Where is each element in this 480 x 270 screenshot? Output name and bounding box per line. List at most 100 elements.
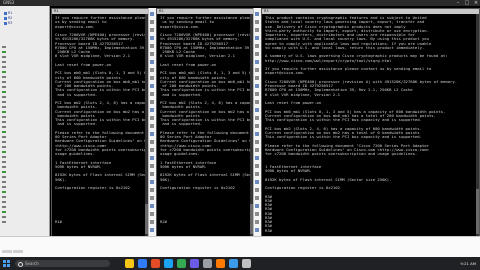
clock[interactable]: 9:21 AM xyxy=(460,261,476,266)
tool-icon[interactable] xyxy=(150,84,154,88)
panel-tab[interactable] xyxy=(2,250,12,253)
taskbar-app-icon[interactable] xyxy=(216,259,225,268)
device-list-item[interactable] xyxy=(2,126,6,128)
sidebar-node-r2[interactable]: R2 xyxy=(4,16,12,20)
device-list-item[interactable] xyxy=(2,186,6,188)
device-list-item[interactable] xyxy=(2,46,6,48)
device-list-item[interactable] xyxy=(2,51,6,53)
device-list-item[interactable] xyxy=(2,176,6,178)
device-list-item[interactable] xyxy=(2,136,6,138)
tool-icon[interactable] xyxy=(150,228,154,232)
device-list-item[interactable] xyxy=(2,81,6,83)
device-list-item[interactable] xyxy=(2,56,6,58)
tool-icon[interactable] xyxy=(255,52,259,56)
tool-icon[interactable] xyxy=(255,156,259,160)
taskbar-app-icon[interactable] xyxy=(190,259,199,268)
device-list-item[interactable] xyxy=(2,216,6,218)
tool-icon[interactable] xyxy=(150,60,154,64)
console-pane-r3[interactable]: R3 This product contains cryptographic f… xyxy=(261,8,480,238)
tool-icon[interactable] xyxy=(150,212,154,216)
tool-icon[interactable] xyxy=(150,36,154,40)
panel-tab[interactable] xyxy=(13,250,23,253)
device-list-item[interactable] xyxy=(2,221,6,223)
minimize-button[interactable]: – xyxy=(454,0,462,6)
maximize-button[interactable]: □ xyxy=(463,0,471,6)
tool-icon[interactable] xyxy=(255,164,259,168)
device-list-item[interactable] xyxy=(2,111,6,113)
device-list-item[interactable] xyxy=(2,151,6,153)
taskbar-app-icon[interactable] xyxy=(177,259,186,268)
tool-icon[interactable] xyxy=(150,100,154,104)
device-list-item[interactable] xyxy=(2,156,6,158)
device-list-item[interactable] xyxy=(2,171,6,173)
device-list-item[interactable] xyxy=(2,61,6,63)
tool-icon[interactable] xyxy=(150,140,154,144)
device-list-item[interactable] xyxy=(2,106,6,108)
tool-icon[interactable] xyxy=(255,108,259,112)
taskbar-app-icon[interactable] xyxy=(164,259,173,268)
tool-icon[interactable] xyxy=(255,172,259,176)
taskbar-app-icon[interactable] xyxy=(125,259,134,268)
tool-icon[interactable] xyxy=(255,204,259,208)
device-list-item[interactable] xyxy=(2,121,6,123)
device-list-item[interactable] xyxy=(2,101,6,103)
tool-icon[interactable] xyxy=(150,180,154,184)
tool-icon[interactable] xyxy=(150,52,154,56)
tool-icon[interactable] xyxy=(255,228,259,232)
device-list-item[interactable] xyxy=(2,191,6,193)
tool-icon[interactable] xyxy=(255,116,259,120)
device-list-item[interactable] xyxy=(2,146,6,148)
device-list-item[interactable] xyxy=(2,116,6,118)
device-list-item[interactable] xyxy=(2,211,6,213)
tool-icon[interactable] xyxy=(150,68,154,72)
device-list-item[interactable] xyxy=(2,201,6,203)
tool-icon[interactable] xyxy=(255,140,259,144)
sidebar-node-r3[interactable]: R3 xyxy=(4,21,12,25)
tool-icon[interactable] xyxy=(150,124,154,128)
tool-icon[interactable] xyxy=(150,172,154,176)
tool-icon[interactable] xyxy=(255,68,259,72)
tool-icon[interactable] xyxy=(255,180,259,184)
device-list-item[interactable] xyxy=(2,166,6,168)
tool-icon[interactable] xyxy=(150,108,154,112)
taskbar-search[interactable]: Search xyxy=(15,260,110,267)
tool-icon[interactable] xyxy=(150,148,154,152)
device-list-item[interactable] xyxy=(2,91,6,93)
tool-icon[interactable] xyxy=(255,196,259,200)
tool-icon[interactable] xyxy=(255,36,259,40)
tool-icon[interactable] xyxy=(150,28,154,32)
tool-icon[interactable] xyxy=(255,44,259,48)
taskbar-app-icon[interactable] xyxy=(242,259,251,268)
tool-icon[interactable] xyxy=(150,204,154,208)
tool-icon[interactable] xyxy=(255,28,259,32)
tool-icon[interactable] xyxy=(255,92,259,96)
tool-icon[interactable] xyxy=(150,76,154,80)
tool-icon[interactable] xyxy=(150,92,154,96)
tool-icon[interactable] xyxy=(255,124,259,128)
tool-icon[interactable] xyxy=(150,116,154,120)
tool-icon[interactable] xyxy=(150,20,154,24)
tool-icon[interactable] xyxy=(150,132,154,136)
taskbar-app-icon[interactable] xyxy=(229,259,238,268)
console-output[interactable]: If you require further assistance please… xyxy=(160,16,250,234)
tool-icon[interactable] xyxy=(255,220,259,224)
scrollbar[interactable] xyxy=(476,14,479,237)
console-pane-r1[interactable]: R1 If you require further assistance ple… xyxy=(51,8,149,238)
tool-icon[interactable] xyxy=(255,76,259,80)
tool-icon[interactable] xyxy=(255,148,259,152)
start-button[interactable] xyxy=(3,260,10,267)
taskbar-app-icon[interactable] xyxy=(151,259,160,268)
tool-icon[interactable] xyxy=(150,196,154,200)
tool-icon[interactable] xyxy=(255,188,259,192)
console-pane-r2[interactable]: R2 If you require further assistance ple… xyxy=(156,8,254,238)
device-list-item[interactable] xyxy=(2,96,6,98)
close-button[interactable]: × xyxy=(472,0,480,6)
device-list-item[interactable] xyxy=(2,141,6,143)
device-list-item[interactable] xyxy=(2,161,6,163)
device-list-item[interactable] xyxy=(2,86,6,88)
tool-icon[interactable] xyxy=(150,44,154,48)
sidebar-node-r1[interactable]: R1 xyxy=(4,11,12,15)
tool-icon[interactable] xyxy=(255,84,259,88)
device-list-item[interactable] xyxy=(2,181,6,183)
device-list-item[interactable] xyxy=(2,131,6,133)
